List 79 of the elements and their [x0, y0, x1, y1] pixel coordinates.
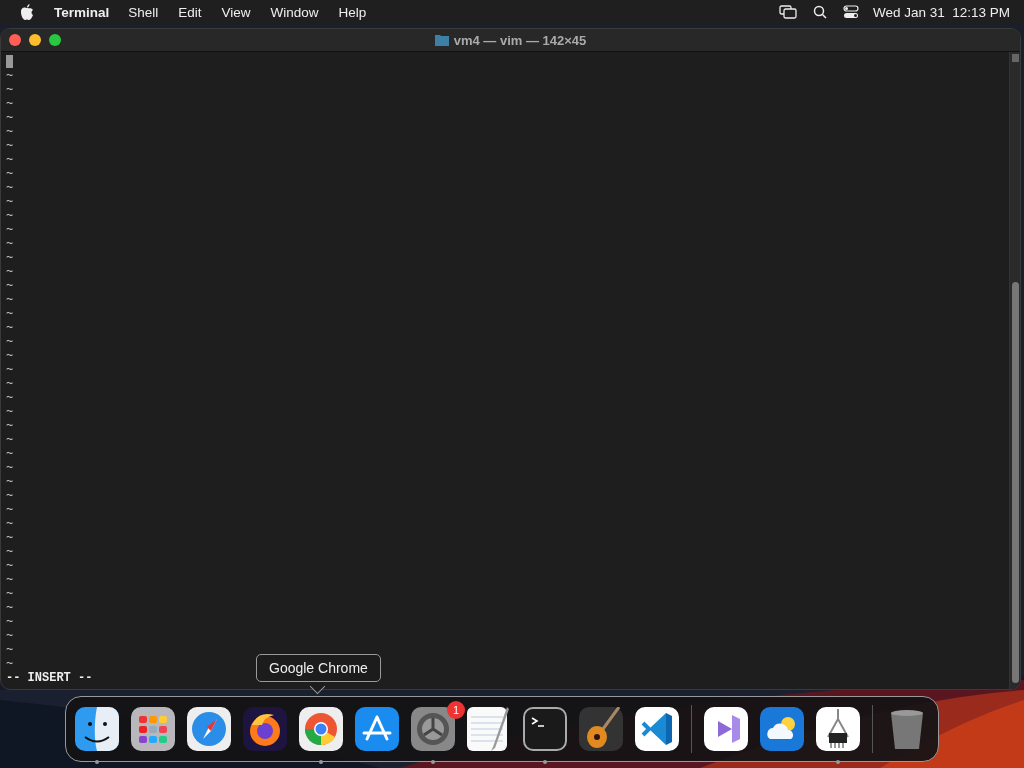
empty-line-marker: ~	[6, 223, 14, 237]
empty-line-marker: ~	[6, 629, 14, 643]
app-menu[interactable]: Terminal	[54, 4, 110, 20]
empty-line-marker: ~	[6, 69, 14, 83]
terminal-prompt-icon[interactable]	[523, 707, 567, 751]
notification-badge: 1	[447, 701, 465, 719]
letter-a-app-icon[interactable]	[355, 707, 399, 751]
fox-globe-icon[interactable]	[243, 707, 287, 751]
empty-line-marker: ~	[6, 405, 14, 419]
empty-line-marker: ~	[6, 377, 14, 391]
empty-line-marker: ~	[6, 125, 14, 139]
empty-line-marker: ~	[6, 391, 14, 405]
empty-line-marker: ~	[6, 265, 14, 279]
empty-line-marker: ~	[6, 461, 14, 475]
tooltip: Google Chrome	[256, 654, 381, 682]
empty-line-marker: ~	[6, 545, 14, 559]
smiling-face-icon[interactable]	[75, 707, 119, 751]
scroll-marker-icon	[1012, 54, 1019, 62]
empty-line-marker: ~	[6, 307, 14, 321]
gear-icon[interactable]	[411, 707, 455, 751]
empty-line-marker: ~	[6, 153, 14, 167]
empty-line-marker: ~	[6, 643, 14, 657]
empty-line-marker: ~	[6, 181, 14, 195]
empty-line-marker: ~	[6, 363, 14, 377]
empty-line-marker: ~	[6, 293, 14, 307]
empty-line-marker: ~	[6, 657, 14, 671]
empty-line-marker: ~	[6, 573, 14, 587]
window-title: vm4 — vim — 142×45	[453, 32, 587, 48]
menu-item[interactable]: View	[221, 4, 251, 20]
empty-line-marker: ~	[6, 475, 14, 489]
notepad-pencil-icon[interactable]	[467, 707, 511, 751]
folder-icon	[434, 34, 449, 46]
menu-item[interactable]: Edit	[178, 4, 202, 20]
empty-line-marker: ~	[6, 251, 14, 265]
app-grid-icon[interactable]	[131, 707, 175, 751]
menu-item[interactable]: Shell	[128, 4, 159, 20]
apple-logo-icon[interactable]	[20, 4, 34, 20]
empty-line-marker: ~	[6, 167, 14, 181]
scrollbar-thumb[interactable]	[1012, 282, 1019, 683]
code-editor-icon[interactable]	[635, 707, 679, 751]
empty-line-marker: ~	[6, 209, 14, 223]
search-icon[interactable]	[812, 5, 827, 19]
minimize-button[interactable]	[29, 34, 41, 46]
ide-logo-icon[interactable]	[704, 707, 748, 751]
screen-mirroring-icon[interactable]	[778, 5, 797, 19]
text-cursor	[6, 55, 13, 68]
compass-icon[interactable]	[187, 707, 231, 751]
control-center-icon[interactable]	[842, 5, 859, 19]
caliper-chip-icon[interactable]	[816, 707, 860, 751]
empty-line-marker: ~	[6, 447, 14, 461]
empty-line-marker: ~	[6, 615, 14, 629]
empty-line-marker: ~	[6, 139, 14, 153]
mode-indicator: -- INSERT --	[6, 671, 93, 685]
empty-line-marker: ~	[6, 517, 14, 531]
empty-line-marker: ~	[6, 111, 14, 125]
menu-item[interactable]: Window	[270, 4, 319, 20]
empty-line-marker: ~	[6, 349, 14, 363]
empty-line-marker: ~	[6, 419, 14, 433]
empty-line-marker: ~	[6, 97, 14, 111]
empty-line-marker: ~	[6, 587, 14, 601]
zoom-button[interactable]	[49, 34, 61, 46]
clock[interactable]: Wed Jan 31 12:13 PM	[872, 4, 1010, 20]
close-button[interactable]	[9, 34, 21, 46]
empty-line-marker: ~	[6, 321, 14, 335]
cloud-sun-icon[interactable]	[760, 707, 804, 751]
empty-line-marker: ~	[6, 559, 14, 573]
empty-line-marker: ~	[6, 489, 14, 503]
empty-line-marker: ~	[6, 83, 14, 97]
empty-line-marker: ~	[6, 531, 14, 545]
empty-line-marker: ~	[6, 195, 14, 209]
empty-line-marker: ~	[6, 601, 14, 615]
chrome-wheel-icon[interactable]	[299, 707, 343, 751]
empty-line-marker: ~	[6, 503, 14, 517]
empty-line-marker: ~	[6, 279, 14, 293]
empty-line-marker: ~	[6, 335, 14, 349]
empty-line-marker: ~	[6, 237, 14, 251]
empty-line-marker: ~	[6, 433, 14, 447]
menu-item[interactable]: Help	[338, 4, 367, 20]
guitar-icon[interactable]	[579, 707, 623, 751]
